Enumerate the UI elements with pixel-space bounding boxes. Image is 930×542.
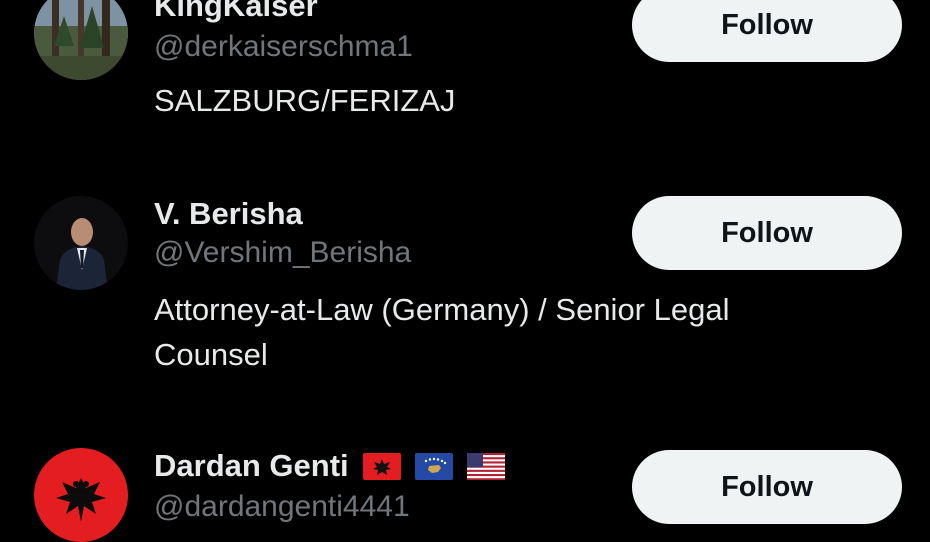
follow-button[interactable]: Follow <box>632 450 902 524</box>
follow-button[interactable]: Follow <box>632 196 902 270</box>
usa-flag-icon <box>466 452 505 480</box>
display-name[interactable]: Dardan Genti <box>154 448 349 484</box>
man-in-suit-avatar[interactable] <box>34 196 128 290</box>
user-cell[interactable]: KingKaiser @derkaiserschma1 SALZBURG/FER… <box>0 0 930 150</box>
forest-photo-avatar[interactable] <box>34 0 128 80</box>
user-handle[interactable]: @Vershim_Berisha <box>154 236 411 270</box>
kosovo-flag-icon <box>414 452 453 480</box>
bio-line: Attorney-at-Law (Germany) / Senior Legal <box>154 292 730 327</box>
bio-line: Counsel <box>154 337 268 372</box>
albania-flag-icon <box>362 452 401 480</box>
follow-button[interactable]: Follow <box>632 0 902 62</box>
user-cell[interactable]: V. Berisha @Vershim_Berisha Attorney-at-… <box>0 180 930 410</box>
display-name[interactable]: KingKaiser <box>154 0 318 24</box>
user-handle[interactable]: @derkaiserschma1 <box>154 30 413 64</box>
display-name[interactable]: V. Berisha <box>154 196 303 232</box>
albanian-eagle-avatar[interactable] <box>34 448 128 542</box>
user-bio: Attorney-at-Law (Germany) / Senior Legal… <box>154 287 854 377</box>
user-handle[interactable]: @dardangenti4441 <box>154 490 410 524</box>
user-cell[interactable]: Dardan Genti @dardangenti4441 Follow <box>0 430 930 542</box>
user-bio: SALZBURG/FERIZAJ <box>154 83 456 118</box>
